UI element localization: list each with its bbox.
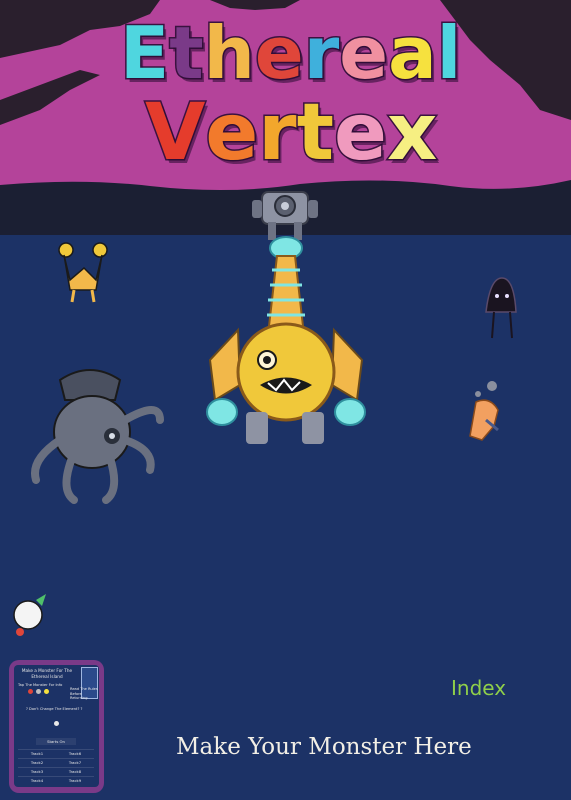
track-button[interactable]: Track3 — [31, 768, 43, 776]
title-letter: r — [257, 87, 299, 180]
main-yellow-monster[interactable] — [206, 236, 366, 444]
panel-heading: Make a Monster For The Ethereal Island — [21, 668, 73, 679]
title-letter: e — [253, 10, 305, 97]
white-ghost-monster[interactable] — [13, 594, 46, 636]
light-element-icon[interactable] — [44, 689, 49, 694]
track-row: Track1 Track6 — [18, 749, 94, 758]
title-letter: a — [387, 10, 439, 97]
fire-element-icon[interactable] — [28, 689, 33, 694]
track-button[interactable]: Track8 — [69, 768, 81, 776]
track-list: Track1 Track6 Track2 Track7 Track3 Track… — [18, 749, 94, 785]
title-letter: t — [168, 10, 205, 97]
track-row: Track2 Track7 — [18, 758, 94, 767]
track-button[interactable]: Track6 — [69, 750, 81, 758]
title-letter: t — [295, 87, 335, 180]
shadow-hooded-monster[interactable] — [485, 277, 517, 339]
read-rules-text: Read The Rules Before Returning — [70, 687, 98, 700]
air-element-icon[interactable] — [36, 689, 41, 694]
index-link[interactable]: Index — [451, 676, 506, 700]
make-monster-link[interactable]: Make Your Monster Here — [176, 734, 472, 760]
element-selector-icon[interactable] — [54, 721, 59, 726]
track-row: Track4 Track9 — [18, 776, 94, 785]
change-element-prompt: ? Don't Change The Element? ? — [26, 707, 83, 711]
title-letter: r — [302, 10, 340, 97]
track-button[interactable]: Track9 — [69, 777, 81, 785]
title-letter: l — [435, 10, 463, 97]
title-letter: h — [202, 10, 256, 97]
title-letter: e — [333, 87, 389, 180]
yellow-crown-monster[interactable] — [58, 242, 108, 303]
title-letter: e — [338, 10, 390, 97]
starts-on-label: Starts On — [36, 738, 76, 745]
title-letter: e — [204, 87, 260, 180]
track-button[interactable]: Track1 — [31, 750, 43, 758]
track-button[interactable]: Track4 — [31, 777, 43, 785]
title-letter: V — [143, 87, 206, 180]
game-title-ethereal: E t h e r e a l — [118, 8, 463, 98]
track-button[interactable]: Track7 — [69, 759, 81, 767]
title-letter: x — [385, 87, 438, 180]
game-title-vertex: V e r t e x — [143, 87, 438, 180]
tap-hint: Tap The Monster For Info — [18, 683, 63, 687]
track-row: Track3 Track8 — [18, 767, 94, 776]
title-letter: E — [118, 10, 170, 97]
grey-tentacle-monster[interactable] — [31, 369, 164, 504]
orange-blob-monster[interactable] — [469, 381, 499, 441]
info-panel-content: Make a Monster For The Ethereal Island T… — [14, 665, 99, 787]
track-button[interactable]: Track2 — [31, 759, 43, 767]
info-panel[interactable]: Make a Monster For The Ethereal Island T… — [9, 660, 104, 793]
